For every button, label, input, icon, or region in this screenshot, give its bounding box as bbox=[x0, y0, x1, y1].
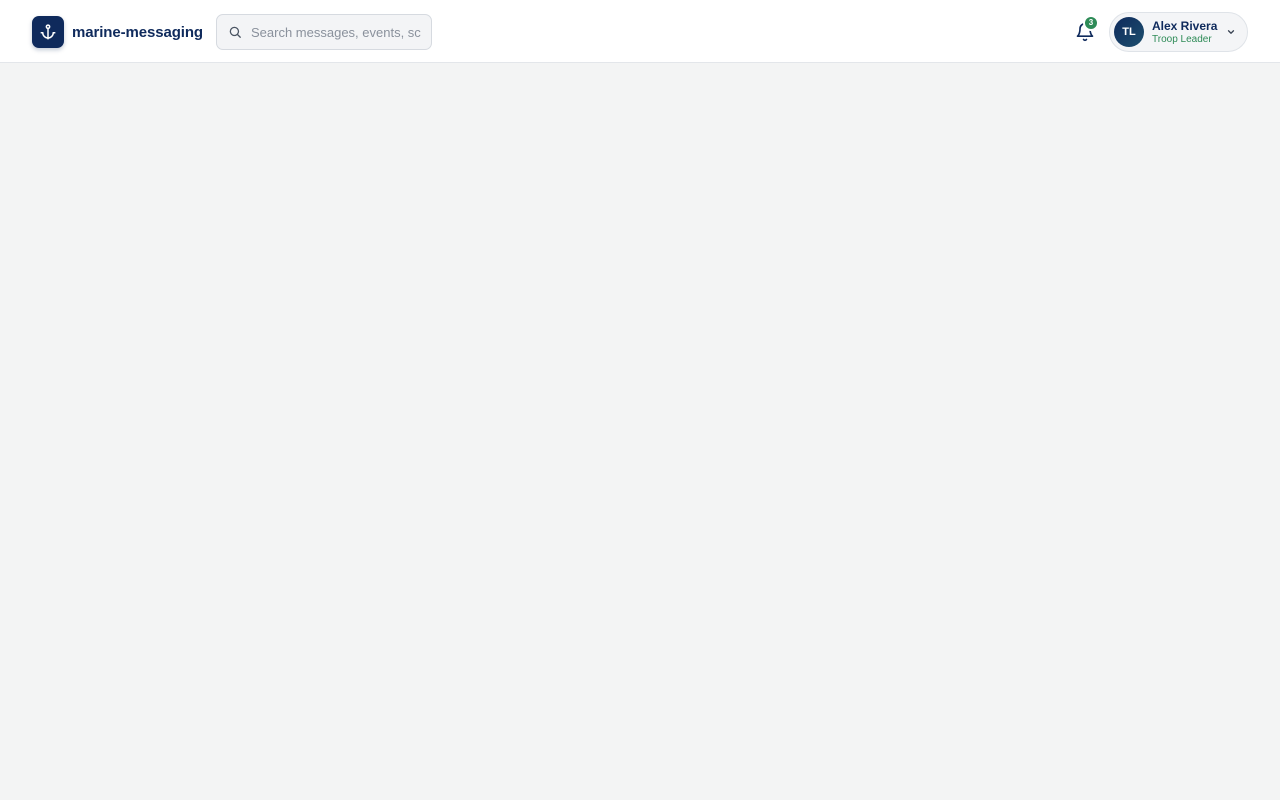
search-icon bbox=[227, 24, 243, 40]
notification-count-badge: 3 bbox=[1083, 15, 1099, 31]
top-navigation-bar: marine-messaging 3 TL Alex Rivera Troop … bbox=[0, 0, 1280, 63]
user-role: Troop Leader bbox=[1152, 33, 1212, 45]
search-input[interactable] bbox=[251, 24, 421, 40]
avatar: TL bbox=[1114, 17, 1144, 47]
anchor-icon bbox=[32, 16, 64, 48]
main-content-area bbox=[0, 63, 1280, 800]
search-box[interactable] bbox=[216, 14, 432, 50]
user-info: Alex Rivera Troop Leader bbox=[1152, 19, 1217, 46]
brand[interactable]: marine-messaging bbox=[32, 16, 203, 48]
user-menu-button[interactable]: TL Alex Rivera Troop Leader bbox=[1109, 12, 1248, 52]
app-name: marine-messaging bbox=[72, 23, 203, 41]
chevron-down-icon bbox=[1225, 26, 1237, 38]
user-name: Alex Rivera bbox=[1152, 18, 1218, 33]
